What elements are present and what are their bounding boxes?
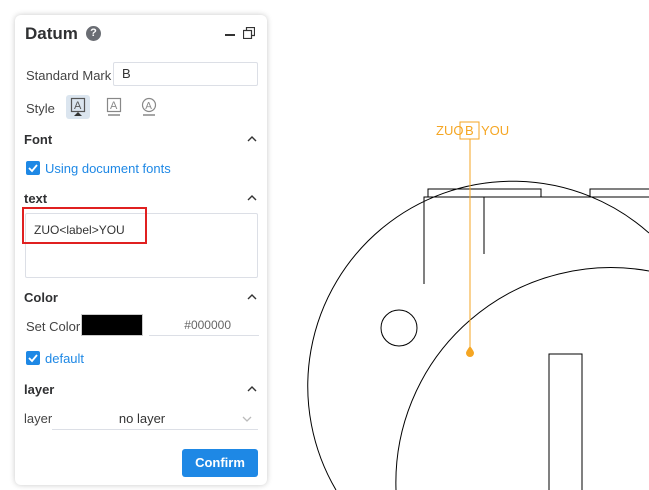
part-inner-arc [395, 267, 649, 490]
text-section-title: text [24, 191, 48, 206]
layer-label: layer [24, 411, 53, 426]
panel-title: Datum [25, 24, 78, 43]
part-outer-arc [307, 180, 649, 490]
datum-annotation[interactable]: ZUO B YOU [436, 121, 509, 357]
style-label: Style [26, 101, 55, 116]
color-swatch[interactable] [81, 314, 143, 336]
checkmark-icon [28, 354, 38, 363]
style-boxed-button[interactable]: A [66, 95, 90, 119]
use-document-fonts-label[interactable]: Using document fonts [45, 161, 171, 176]
layer-collapse-chevron-up-icon[interactable] [247, 385, 257, 392]
datum-anchor-point[interactable] [466, 346, 474, 357]
minimize-icon[interactable] [225, 34, 235, 36]
datum-label-mark: B [465, 123, 474, 138]
style-plain-button[interactable]: A [102, 95, 126, 119]
svg-text:A: A [110, 100, 118, 112]
set-color-label: Set Color [26, 319, 81, 334]
standard-mark-input[interactable]: B [113, 62, 258, 86]
layer-section-title: layer [24, 382, 55, 397]
help-circle-icon[interactable]: ? [86, 26, 101, 41]
layer-select[interactable]: no layer [52, 408, 258, 430]
panel-header: Datum ? [25, 24, 257, 46]
restore-window-icon[interactable] [243, 27, 255, 39]
datum-circled-icon: A [141, 97, 157, 116]
part-small-hole [380, 309, 418, 347]
checkmark-icon [28, 164, 38, 173]
use-document-fonts-checkbox[interactable] [26, 161, 40, 175]
style-circled-button[interactable]: A [137, 95, 161, 119]
highlight-box [22, 207, 147, 244]
color-collapse-chevron-up-icon[interactable] [247, 293, 257, 300]
datum-properties-panel: Datum ? Standard Mark B Style A A A Font… [15, 15, 267, 485]
part-main-block [423, 196, 649, 284]
datum-label-suffix: YOU [481, 123, 509, 138]
datum-boxed-icon: A [70, 97, 86, 116]
font-collapse-chevron-up-icon[interactable] [247, 135, 257, 142]
datum-label-prefix: ZUO [436, 123, 463, 138]
datum-plain-icon: A [106, 97, 122, 116]
part-slot [548, 353, 583, 490]
default-color-checkbox[interactable] [26, 351, 40, 365]
svg-text:A: A [145, 101, 152, 112]
part-geometry [307, 180, 649, 490]
default-color-label[interactable]: default [45, 351, 84, 366]
standard-mark-label: Standard Mark [26, 68, 112, 83]
part-top-tab-right [589, 188, 649, 197]
text-collapse-chevron-up-icon[interactable] [247, 194, 257, 201]
confirm-button[interactable]: Confirm [182, 449, 258, 477]
chevron-down-icon [242, 416, 252, 422]
color-hex-input[interactable]: #000000 [149, 314, 259, 336]
font-section-title: Font [24, 132, 53, 147]
layer-selected-value: no layer [118, 411, 166, 426]
color-section-title: Color [24, 290, 58, 305]
svg-text:A: A [74, 100, 82, 112]
